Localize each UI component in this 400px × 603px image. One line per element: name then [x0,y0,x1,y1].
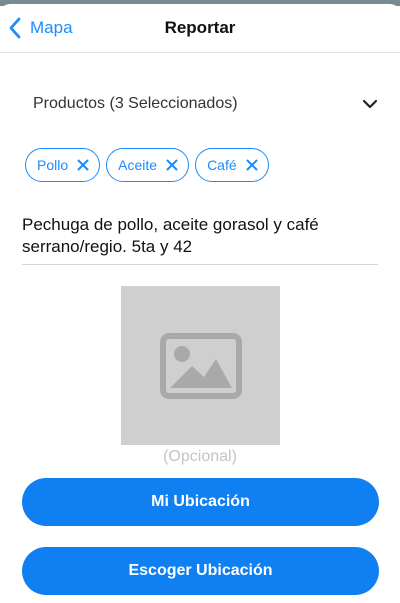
page-title: Reportar [164,18,236,37]
close-icon[interactable] [166,159,178,171]
navigation-bar: Mapa Reportar [0,4,400,53]
close-icon[interactable] [246,159,258,171]
chip-cafe: Café [195,148,269,182]
image-icon [159,332,242,399]
close-icon[interactable] [77,159,89,171]
chip-label: Aceite [118,157,158,173]
chip-label: Café [207,157,237,173]
selected-products-chips: Pollo Aceite Café [25,148,269,182]
my-location-button[interactable]: Mi Ubicación [22,478,379,526]
products-dropdown[interactable]: Productos (3 Seleccionados) [22,82,378,126]
choose-location-button[interactable]: Escoger Ubicación [22,547,379,595]
chip-label: Pollo [37,157,69,173]
products-dropdown-label: Productos (3 Seleccionados) [33,95,238,112]
photo-optional-caption: (Opcional) [163,448,237,465]
photo-picker[interactable] [121,286,280,445]
chip-aceite: Aceite [106,148,190,182]
description-field[interactable]: Pechuga de pollo, aceite gorasol y café … [22,214,378,265]
chevron-down-icon [362,99,378,109]
chip-pollo: Pollo [25,148,101,182]
